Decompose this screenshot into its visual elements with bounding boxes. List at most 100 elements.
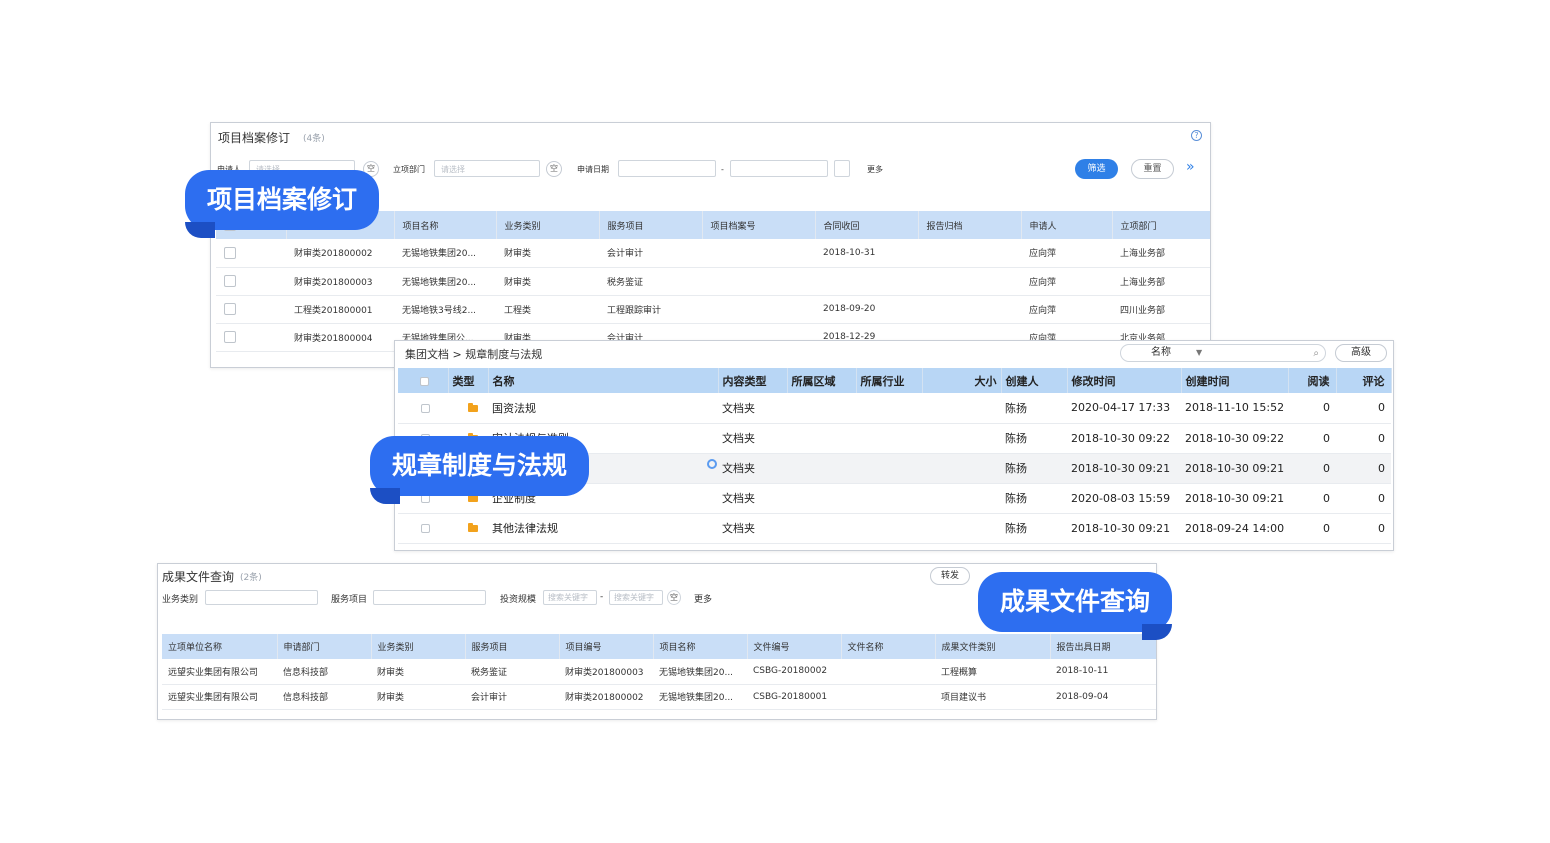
row-checkbox[interactable] <box>224 246 236 259</box>
cell[interactable]: 国资法规 <box>488 393 718 424</box>
column-header[interactable]: 类型 <box>448 368 489 393</box>
search-field-select[interactable]: 名称 <box>1151 347 1171 358</box>
more-filters-button[interactable]: 更多 <box>867 159 883 179</box>
cell: 陈扬 <box>1001 483 1067 514</box>
dept-input[interactable]: 请选择 <box>434 160 540 177</box>
row-checkbox-cell[interactable] <box>216 323 286 352</box>
cell: 上海业务部 <box>1112 239 1210 268</box>
column-header[interactable]: 业务类别 <box>371 634 466 659</box>
cell <box>922 513 1001 544</box>
row-checkbox[interactable] <box>420 524 430 533</box>
table-row[interactable]: 财审类201800003 无锡地铁集团20... 财审类 税务鉴证 应向萍 上海… <box>216 267 1210 296</box>
clear-dept-button[interactable]: 空 <box>546 161 562 177</box>
cell: 2018-10-30 09:22 <box>1181 423 1288 454</box>
column-header[interactable]: 名称 <box>488 368 719 393</box>
chevron-down-icon[interactable]: ▼ <box>1196 345 1202 361</box>
column-header[interactable]: 成果文件类别 <box>935 634 1051 659</box>
cell: 无锡地铁集团20... <box>394 267 496 296</box>
row-checkbox[interactable] <box>224 331 236 343</box>
column-header[interactable]: 阅读 <box>1288 368 1337 393</box>
cell: 2018-09-20 <box>815 295 918 324</box>
table-row[interactable]: 其他法律法规 文档夹 陈扬 2018-10-30 09:21 2018-09-2… <box>398 513 1391 544</box>
column-header[interactable]: 立项部门 <box>1112 211 1210 239</box>
scale-min-input[interactable]: 搜索关键字 <box>543 590 597 605</box>
row-checkbox-cell[interactable] <box>398 513 448 544</box>
folder-icon-cell <box>448 393 488 424</box>
column-header[interactable]: 业务类别 <box>496 211 600 239</box>
column-header[interactable]: 项目名称 <box>653 634 748 659</box>
table-row[interactable]: 财审类201800002 无锡地铁集团20... 财审类 会计审计 2018-1… <box>216 239 1210 268</box>
table-row[interactable]: 国资法规 文档夹 陈扬 2020-04-17 17:33 2018-11-10 … <box>398 393 1391 424</box>
column-header[interactable]: 报告出具日期 <box>1050 634 1156 659</box>
folder-icon <box>468 493 478 502</box>
date-start-input[interactable] <box>618 160 716 177</box>
table-row[interactable]: 工程类201800001 无锡地铁3号线2... 工程类 工程跟踪审计 2018… <box>216 295 1210 324</box>
reset-button[interactable]: 重置 <box>1131 159 1174 179</box>
row-checkbox-cell[interactable] <box>216 239 286 268</box>
column-header[interactable]: 服务项目 <box>599 211 703 239</box>
cell <box>922 393 1001 424</box>
column-header[interactable]: 评论 <box>1336 368 1392 393</box>
panel-title: 项目档案修订 <box>218 131 291 145</box>
row-checkbox-cell[interactable] <box>216 295 286 324</box>
column-header[interactable]: 修改时间 <box>1067 368 1182 393</box>
select-all-checkbox[interactable] <box>420 376 430 386</box>
column-header[interactable]: 内容类型 <box>718 368 788 393</box>
column-header[interactable]: 合同收回 <box>815 211 919 239</box>
cell: 工程跟踪审计 <box>599 295 702 324</box>
cell: 财审类 <box>371 659 465 685</box>
table-header: 立项单位名称 申请部门 业务类别 服务项目 项目编号 项目名称 文件编号 文件名… <box>162 634 1156 659</box>
cell: 财审类 <box>496 239 599 268</box>
search-input[interactable]: 名称 ▼ ⌕ <box>1120 344 1326 362</box>
cell: 陈扬 <box>1001 513 1067 544</box>
advanced-search-button[interactable]: 高级 <box>1335 344 1387 362</box>
cell[interactable]: 其他法律法规 <box>488 513 718 544</box>
record-count: (4条) <box>303 134 325 144</box>
cell: 2018-10-30 09:22 <box>1067 423 1181 454</box>
column-header[interactable]: 报告归档 <box>918 211 1022 239</box>
row-checkbox-cell[interactable] <box>398 393 448 424</box>
column-header[interactable]: 服务项目 <box>465 634 560 659</box>
date-end-input[interactable] <box>730 160 828 177</box>
column-header[interactable]: 大小 <box>922 368 1002 393</box>
table-row[interactable]: 远望实业集团有限公司 信息科技部 财审类 税务鉴证 财审类201800003 无… <box>162 659 1156 685</box>
filter-button[interactable]: 筛选 <box>1075 159 1118 179</box>
column-header[interactable]: 项目编号 <box>559 634 654 659</box>
service-select[interactable] <box>373 590 486 605</box>
column-header[interactable]: 创建时间 <box>1181 368 1289 393</box>
cell: 0 <box>1336 483 1391 514</box>
cell: 无锡地铁集团20... <box>394 239 496 268</box>
column-header[interactable]: 文件编号 <box>747 634 842 659</box>
date-dropdown[interactable] <box>834 160 850 177</box>
more-filters-button[interactable]: 更多 <box>694 592 712 605</box>
row-checkbox[interactable] <box>224 303 236 315</box>
row-checkbox[interactable] <box>420 403 430 413</box>
breadcrumb: 集团文档 > 规章制度与法规 <box>405 348 543 361</box>
cell: 0 <box>1336 513 1391 544</box>
column-header[interactable]: 文件名称 <box>841 634 936 659</box>
search-icon[interactable]: ⌕ <box>1313 346 1319 362</box>
column-header[interactable]: 申请部门 <box>277 634 372 659</box>
clear-scale-button[interactable]: 空 <box>667 590 681 605</box>
column-header[interactable]: 项目档案号 <box>702 211 816 239</box>
cell: 陈扬 <box>1001 393 1067 424</box>
column-header[interactable]: 项目名称 <box>394 211 497 239</box>
cell <box>702 267 815 296</box>
column-header[interactable]: 申请人 <box>1021 211 1113 239</box>
column-header[interactable]: 创建人 <box>1001 368 1068 393</box>
cell: 工程类 <box>496 295 599 324</box>
forward-button[interactable]: 转发 <box>930 567 970 585</box>
column-header[interactable]: 所属区域 <box>787 368 857 393</box>
expand-icon[interactable]: » <box>1186 159 1195 175</box>
cell: 税务鉴证 <box>599 267 702 296</box>
row-checkbox-cell[interactable] <box>216 267 286 296</box>
cell: 0 <box>1288 393 1336 424</box>
scale-max-input[interactable]: 搜索关键字 <box>609 590 663 605</box>
row-checkbox[interactable] <box>224 275 236 287</box>
select-all-header[interactable] <box>398 368 449 393</box>
table-row[interactable]: 远望实业集团有限公司 信息科技部 财审类 会计审计 财审类201800002 无… <box>162 684 1156 710</box>
column-header[interactable]: 所属行业 <box>856 368 923 393</box>
help-icon[interactable]: ? <box>1191 130 1202 141</box>
biz-category-select[interactable] <box>205 590 318 605</box>
column-header[interactable]: 立项单位名称 <box>162 634 278 659</box>
